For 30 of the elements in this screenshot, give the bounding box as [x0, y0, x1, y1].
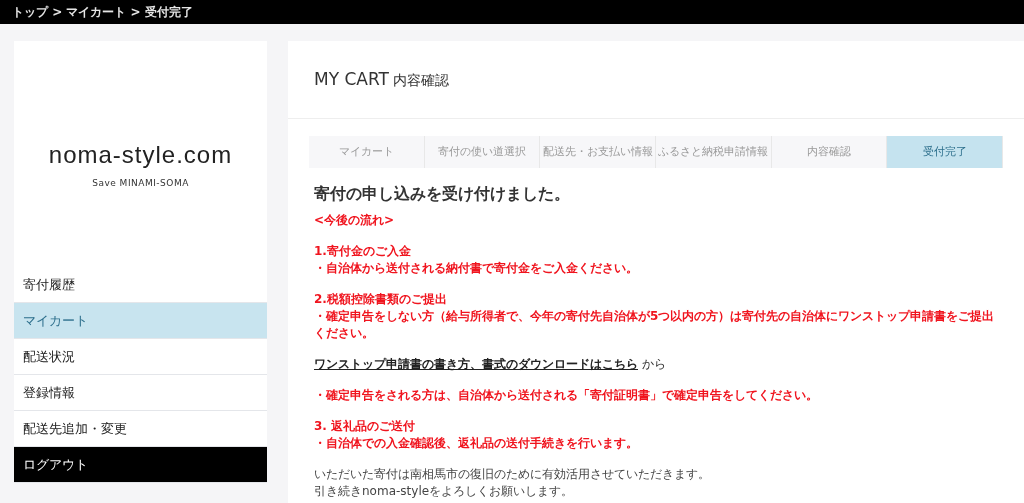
- notice-text: 2.税額控除書類のご提出: [314, 291, 448, 308]
- progress-step: 受付完了: [887, 136, 1004, 168]
- logout-button[interactable]: ログアウト: [14, 447, 267, 483]
- notice-text: 1.寄付金のご入金: [314, 243, 412, 260]
- sidebar-item[interactable]: 配送状況: [14, 339, 267, 375]
- message-text: いただいた寄付は南相馬市の復旧のために有効活用させていただきます。: [314, 466, 711, 483]
- sidebar-item[interactable]: 寄付履歴: [14, 267, 267, 303]
- progress-step: 内容確認: [771, 136, 888, 168]
- progress-step: ふるさと納税申請情報: [656, 136, 772, 168]
- breadcrumb: トップ > マイカート > 受付完了: [12, 4, 193, 21]
- link-suffix: から: [642, 356, 666, 373]
- notice-text: ・確定申告をされる方は、自治体から送付される「寄付証明書」で確定申告をしてください。: [314, 387, 819, 404]
- notice-text: ・自治体から送付される納付書で寄付金をご入金ください。: [314, 260, 639, 277]
- page-title: MY CART: [314, 68, 389, 91]
- notice-text: ・確定申告をしない方（給与所得者で、今年の寄付先自治体が5つ以内の方）は寄付先の自治体にワンストップ申請書をご提出ください。: [314, 308, 996, 342]
- progress-step: マイカート: [309, 136, 425, 168]
- sidebar-item[interactable]: 配送先追加・変更: [14, 411, 267, 447]
- logo-tagline: Save MINAMI-SOMA: [92, 177, 189, 191]
- download-link[interactable]: ワンストップ申請書の書き方、書式のダウンロードはこちら: [314, 356, 638, 373]
- progress-step: 寄付の使い道選択: [424, 136, 541, 168]
- message-text: 引き続きnoma-styleをよろしくお願いします。: [314, 483, 575, 500]
- notice-text: 3. 返礼品のご送付: [314, 418, 417, 435]
- logo-text: noma-style.com: [48, 140, 233, 171]
- page-subtitle: 内容確認: [392, 71, 449, 90]
- notice-text: ・自治体での入金確認後、返礼品の送付手続きを行います。: [314, 435, 639, 452]
- completion-heading: 寄付の申し込みを受け付けました。: [314, 183, 571, 205]
- sidebar-item[interactable]: 登録情報: [14, 375, 267, 411]
- sidebar-item[interactable]: マイカート: [14, 303, 267, 339]
- progress-step: 配送先・お支払い情報: [540, 136, 656, 168]
- notice-text: <今後の流れ>: [314, 212, 396, 229]
